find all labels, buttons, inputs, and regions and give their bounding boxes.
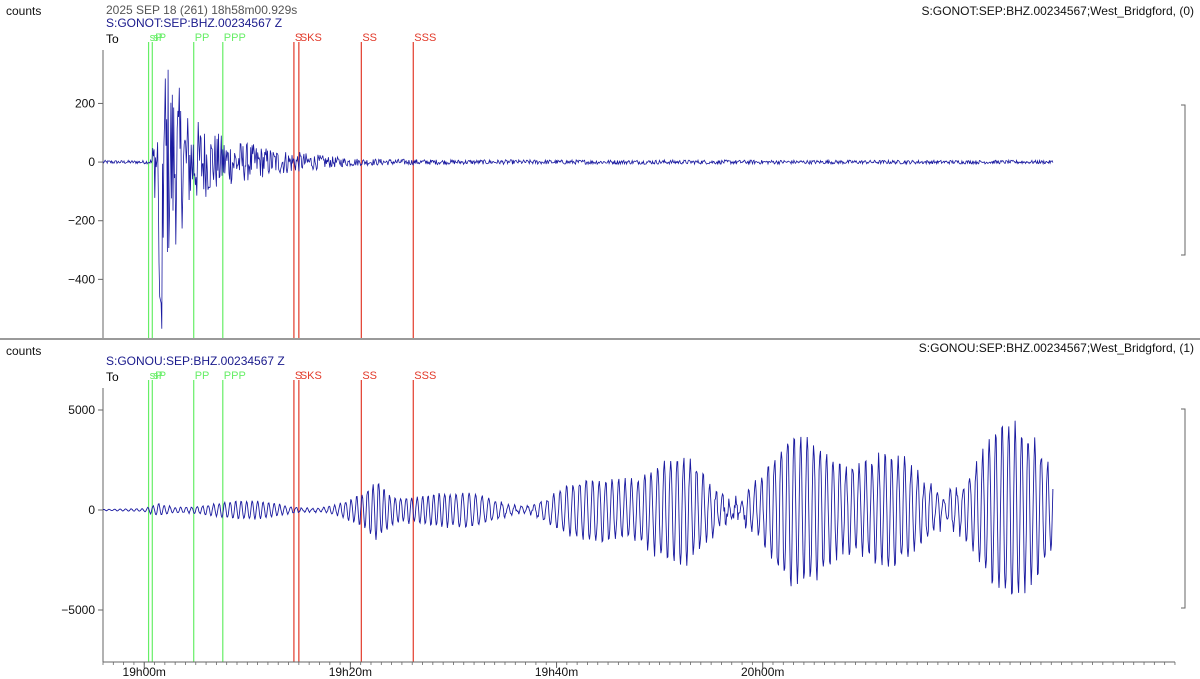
y-tick-label-0-1: 0 bbox=[88, 155, 95, 169]
time-tick-label-3: 20h00m bbox=[741, 665, 784, 679]
phase-label-0-7: SSS bbox=[414, 32, 436, 44]
y-tick-label-0-0: 200 bbox=[75, 96, 95, 110]
seismogram-plot: 2000−200−400sPsP PP PPP SSKS SS SSS50000−5000… bbox=[61, 32, 1186, 679]
phase-label-0-2: PP bbox=[195, 32, 210, 44]
phase-label-0-1: sP bbox=[153, 32, 166, 44]
phase-label-1-6: SS bbox=[362, 370, 377, 382]
waveform-trace-0 bbox=[102, 69, 1054, 329]
waveform-trace-1 bbox=[102, 420, 1054, 595]
y-tick-label-1-2: −5000 bbox=[61, 603, 95, 617]
seismogram-viewer: counts 2025 SEP 18 (261) 18h58m00.929s S… bbox=[0, 0, 1200, 679]
y-tick-label-1-1: 0 bbox=[88, 503, 95, 517]
phase-label-0-5: SKS bbox=[300, 32, 322, 44]
phase-label-1-3: PPP bbox=[224, 370, 246, 382]
time-tick-label-1: 19h20m bbox=[329, 665, 372, 679]
y-tick-label-0-3: −400 bbox=[68, 272, 95, 286]
scale-bracket-0 bbox=[1181, 104, 1186, 256]
phase-label-1-1: sP bbox=[153, 370, 166, 382]
scale-bracket-1 bbox=[1181, 408, 1186, 609]
phase-label-0-6: SS bbox=[362, 32, 377, 44]
time-tick-label-0: 19h00m bbox=[123, 665, 166, 679]
phase-label-1-2: PP bbox=[195, 370, 210, 382]
phase-label-0-3: PPP bbox=[224, 32, 246, 44]
y-tick-label-0-2: −200 bbox=[68, 214, 95, 228]
phase-label-1-7: SSS bbox=[414, 370, 436, 382]
time-tick-label-2: 19h40m bbox=[535, 665, 578, 679]
y-tick-label-1-0: 5000 bbox=[68, 403, 95, 417]
phase-label-1-5: SKS bbox=[300, 370, 322, 382]
